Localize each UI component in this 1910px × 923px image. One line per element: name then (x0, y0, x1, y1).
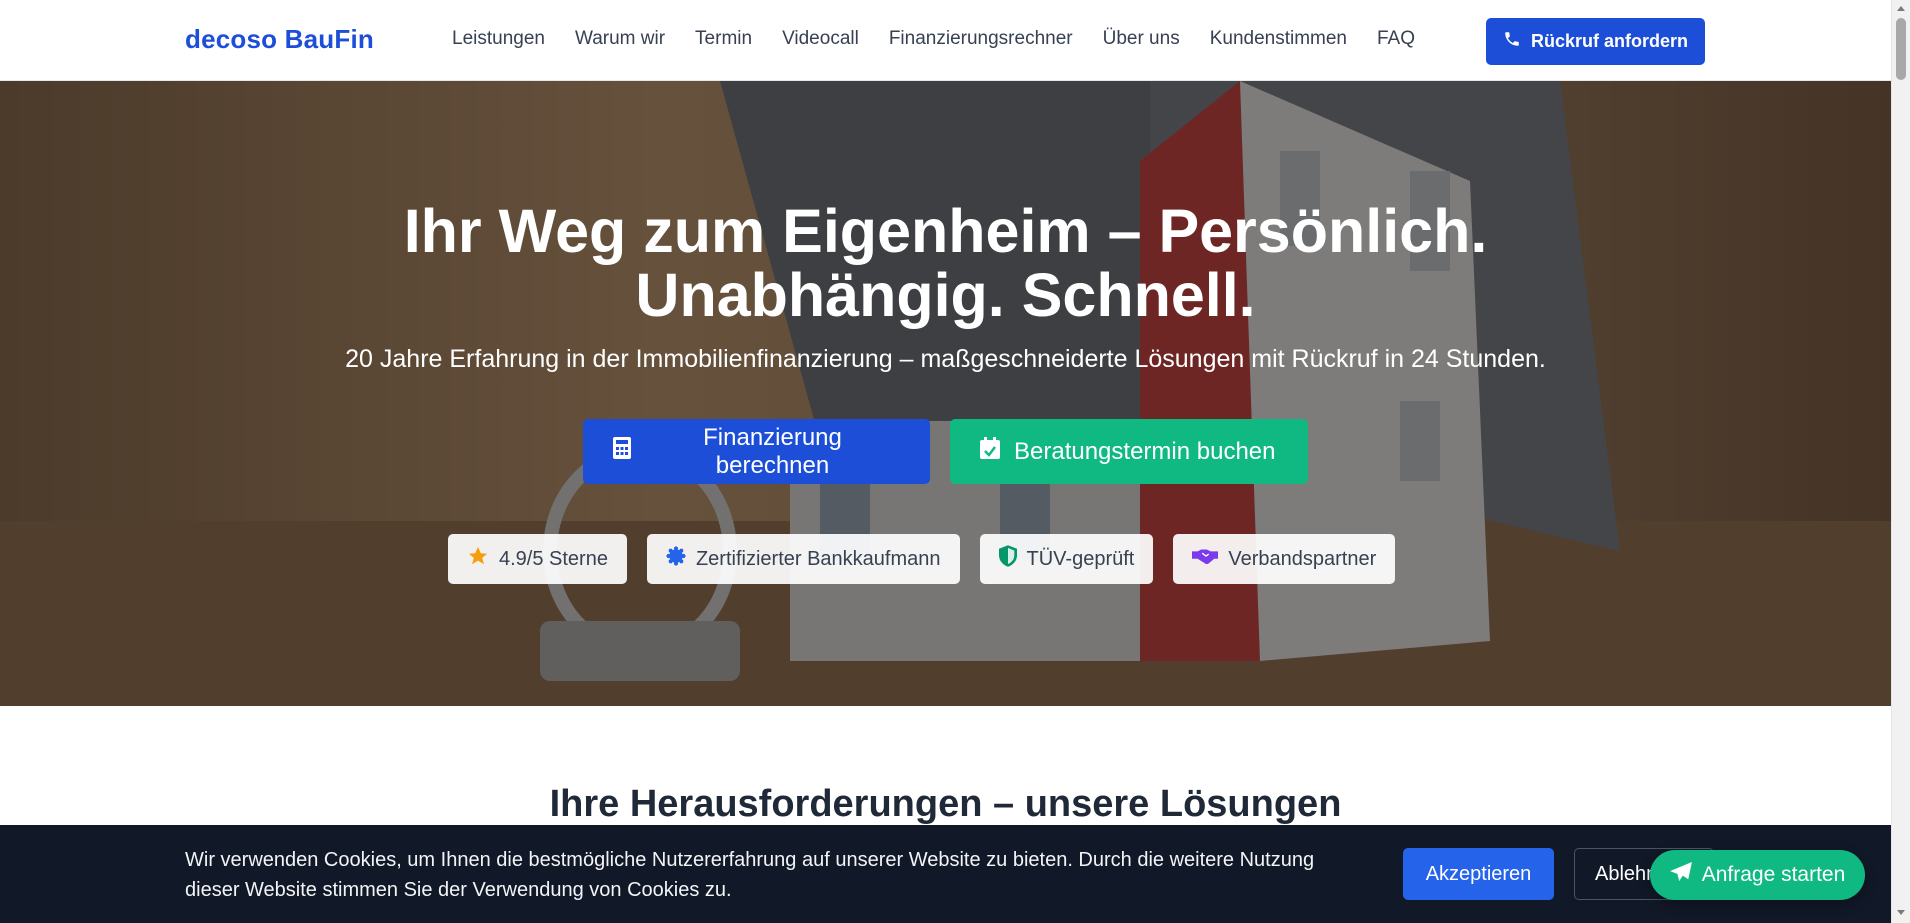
nav-item-leistungen[interactable]: Leistungen (452, 28, 545, 50)
start-request-label: Anfrage starten (1701, 863, 1846, 886)
hero-section: Ihr Weg zum Eigenheim – Persönlich. Unab… (0, 81, 1891, 706)
calculator-icon (613, 437, 631, 466)
badge-partner: Verbandspartner (1173, 534, 1396, 584)
scroll-up-arrow-icon[interactable] (1897, 6, 1905, 11)
badge-rating: 4.9/5 Sterne (448, 534, 627, 584)
calendar-check-icon (980, 437, 1000, 466)
paper-plane-icon (1669, 862, 1692, 888)
calculate-financing-button[interactable]: Finanzierung berechnen (583, 419, 930, 484)
nav-item-ueber-uns[interactable]: Über uns (1103, 28, 1180, 50)
hero-cta-row: Finanzierung berechnen Beratungstermin b… (583, 419, 1308, 484)
badge-tuev: TÜV-geprüft (979, 534, 1154, 584)
badge-certified: Zertifizierter Bankkaufmann (646, 534, 960, 584)
badge-rating-label: 4.9/5 Sterne (499, 547, 608, 570)
nav-item-videocall[interactable]: Videocall (782, 28, 859, 50)
star-icon (467, 545, 489, 573)
book-appointment-button[interactable]: Beratungstermin buchen (950, 419, 1308, 484)
hero-title-line1: Ihr Weg zum Eigenheim – Persönlich. (403, 197, 1488, 265)
certificate-icon (666, 546, 686, 572)
shield-icon (998, 545, 1017, 573)
main-nav: Leistungen Warum wir Termin Videocall Fi… (452, 28, 1445, 50)
scrollbar-thumb[interactable] (1896, 18, 1906, 80)
hero-title-line2: Unabhängig. Schnell. (635, 261, 1256, 329)
scroll-down-arrow-icon[interactable] (1897, 910, 1905, 915)
nav-item-warum-wir[interactable]: Warum wir (575, 28, 665, 50)
callback-button[interactable]: Rückruf anfordern (1486, 18, 1705, 65)
cookie-banner: Wir verwenden Cookies, um Ihnen die best… (0, 825, 1891, 923)
hero-title: Ihr Weg zum Eigenheim – Persönlich. Unab… (0, 199, 1891, 327)
hero-subtitle: 20 Jahre Erfahrung in der Immobilienfina… (345, 345, 1546, 373)
nav-item-finanzierungsrechner[interactable]: Finanzierungsrechner (889, 28, 1073, 50)
phone-icon (1503, 30, 1521, 53)
page-scrollbar[interactable] (1891, 0, 1910, 923)
site-logo[interactable]: decoso BauFin (185, 24, 374, 55)
handshake-icon (1192, 547, 1219, 571)
nav-item-faq[interactable]: FAQ (1377, 28, 1415, 50)
calculate-financing-label: Finanzierung berechnen (703, 423, 842, 479)
hero-overlay (0, 81, 1891, 706)
badge-tuev-label: TÜV-geprüft (1026, 547, 1135, 570)
callback-label: Rückruf anfordern (1530, 31, 1689, 51)
nav-item-termin[interactable]: Termin (695, 28, 752, 50)
cookie-accept-button[interactable]: Akzeptieren (1403, 848, 1554, 900)
cookie-text: Wir verwenden Cookies, um Ihnen die best… (185, 849, 1315, 901)
book-appointment-label: Beratungstermin buchen (1014, 437, 1276, 465)
badge-certified-label: Zertifizierter Bankkaufmann (695, 547, 941, 570)
badge-partner-label: Verbandspartner (1228, 547, 1377, 570)
start-request-button[interactable]: Anfrage starten (1650, 850, 1865, 900)
site-header: decoso BauFin Leistungen Warum wir Termi… (0, 0, 1891, 81)
challenges-section-title: Ihre Herausforderungen – unsere Lösungen (549, 783, 1342, 825)
trust-badges: 4.9/5 Sterne Zertifizierter Bankkaufmann… (448, 534, 1396, 584)
nav-item-kundenstimmen[interactable]: Kundenstimmen (1210, 28, 1347, 50)
